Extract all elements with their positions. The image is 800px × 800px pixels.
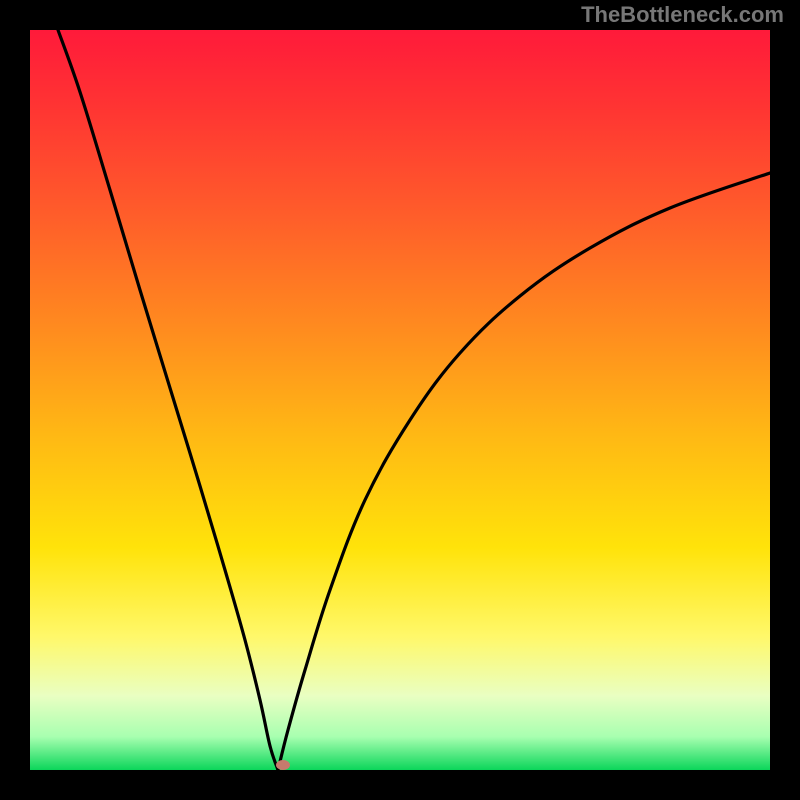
minimum-dot-icon	[276, 760, 290, 770]
curve-left-branch	[58, 30, 278, 770]
plot-area	[30, 30, 770, 770]
curve-layer	[30, 30, 770, 770]
chart-frame: TheBottleneck.com	[0, 0, 800, 800]
curve-right-branch	[278, 173, 770, 770]
watermark-text: TheBottleneck.com	[581, 2, 784, 28]
